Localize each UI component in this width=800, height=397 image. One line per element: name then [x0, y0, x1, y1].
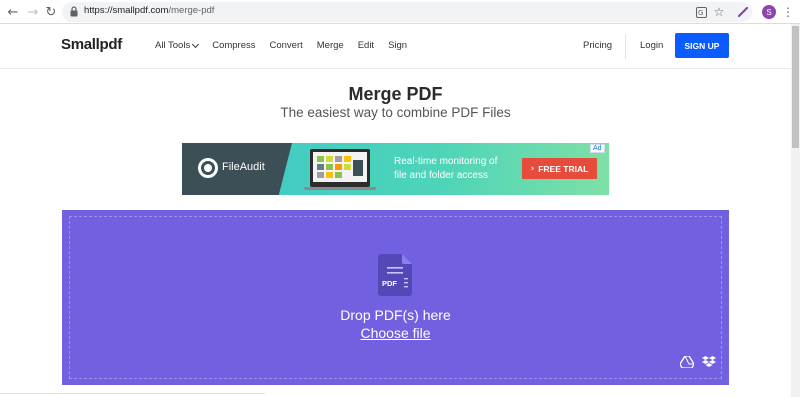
ad-brand-name: FileAudit [222, 161, 265, 173]
address-bar[interactable]: https://smallpdf.com/merge-pdf G ☆ [62, 2, 752, 22]
header-divider [625, 34, 626, 59]
profile-avatar[interactable]: S [762, 5, 776, 19]
free-trial-button[interactable]: › FREE TRIAL [522, 158, 597, 179]
forward-icon[interactable]: → [24, 3, 42, 21]
page-title: Merge PDF [348, 84, 443, 104]
page-subtitle: The easiest way to combine PDF Files [280, 105, 511, 120]
star-icon[interactable]: ☆ [712, 5, 726, 19]
nav-edit[interactable]: Edit [358, 40, 374, 51]
drop-zone-border [69, 216, 722, 379]
nav-merge[interactable]: Merge [317, 40, 344, 51]
back-icon[interactable]: ← [4, 3, 22, 21]
page-scrollbar[interactable] [791, 24, 800, 397]
pricing-link[interactable]: Pricing [583, 40, 612, 51]
laptop-illustration-icon [310, 149, 370, 187]
pdf-file-icon: PDF [378, 254, 412, 296]
file-drop-zone[interactable]: PDF Drop PDF(s) here Choose file [62, 210, 729, 385]
nav-convert[interactable]: Convert [270, 40, 303, 51]
scrollbar-thumb[interactable] [792, 26, 799, 148]
extension-pen-icon[interactable] [736, 5, 750, 19]
laptop-screen [313, 152, 367, 182]
main-nav: All Tools Compress Convert Merge Edit Si… [155, 40, 421, 51]
laptop-base [304, 187, 376, 190]
svg-text:G: G [698, 9, 703, 17]
ad-line-2: file and folder access [394, 170, 488, 181]
ad-banner[interactable]: FileAudit Real-time monitoring of file a… [182, 143, 609, 195]
dropbox-icon[interactable] [702, 356, 716, 368]
free-trial-label: FREE TRIAL [538, 163, 589, 174]
lock-icon [70, 6, 78, 17]
login-link[interactable]: Login [640, 40, 663, 51]
ad-line-1: Real-time monitoring of [394, 156, 498, 167]
nav-compress[interactable]: Compress [212, 40, 255, 51]
ad-copy: Real-time monitoring of file and folder … [394, 155, 497, 183]
drop-instruction: Drop PDF(s) here [340, 307, 451, 323]
ad-choices-badge[interactable]: Ad [590, 144, 605, 153]
nav-all-tools[interactable]: All Tools [155, 40, 200, 51]
google-drive-icon[interactable] [680, 356, 694, 368]
browser-menu-icon[interactable]: ⋮ [782, 3, 794, 21]
page-divider [0, 393, 265, 394]
browser-toolbar: ← → ↻ https://smallpdf.com/merge-pdf G ☆… [0, 0, 800, 24]
url-path: /merge-pdf [168, 5, 215, 16]
reload-icon[interactable]: ↻ [42, 3, 60, 21]
fileaudit-logo-icon [198, 158, 218, 178]
signup-button[interactable]: SIGN UP [675, 33, 729, 58]
nav-all-tools-label: All Tools [155, 40, 191, 51]
smallpdf-logo[interactable]: Smallpdf [61, 36, 122, 53]
chevron-right-icon: › [530, 163, 535, 174]
url-host: https://smallpdf.com [84, 5, 169, 16]
nav-sign[interactable]: Sign [388, 40, 407, 51]
choose-file-link[interactable]: Choose file [62, 325, 729, 341]
pdf-icon-label: PDF [382, 279, 397, 288]
chevron-down-icon [192, 40, 200, 48]
site-header: Smallpdf All Tools Compress Convert Merg… [0, 24, 791, 69]
url-text: https://smallpdf.com/merge-pdf [84, 5, 214, 16]
translate-icon[interactable]: G [694, 5, 708, 19]
